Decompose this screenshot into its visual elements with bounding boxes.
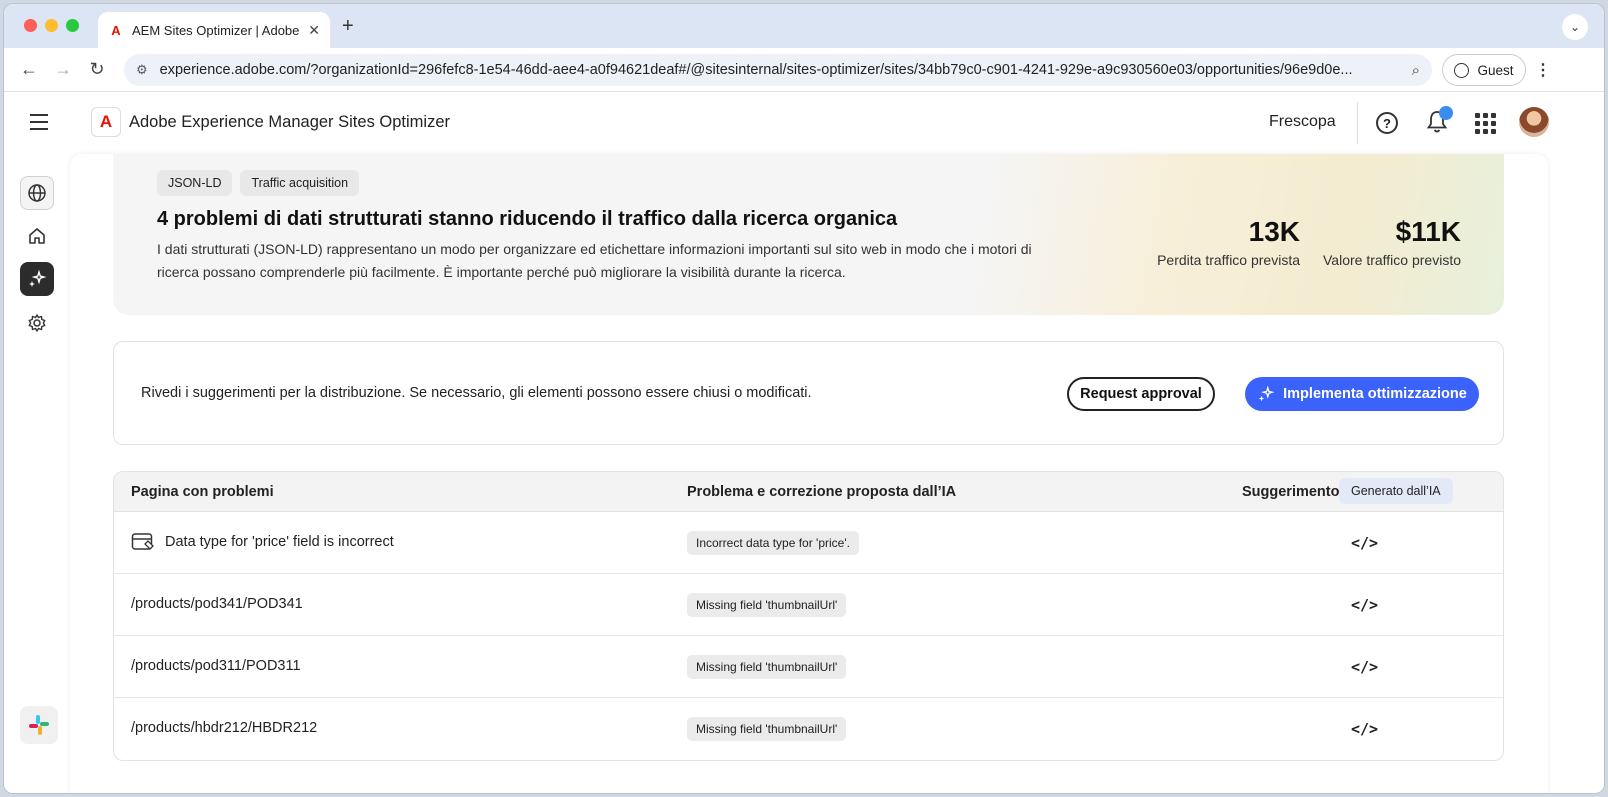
tab-title: AEM Sites Optimizer | Adobe [132,22,300,38]
home-icon[interactable] [20,219,54,253]
address-bar: ← → ↻ ⚙ experience.adobe.com/?organizati… [4,48,1604,92]
zoom-magnifier-icon[interactable]: ⌕ [1412,62,1420,79]
code-icon[interactable]: </> [1351,658,1378,676]
issue-tag: Missing field 'thumbnailUrl' [687,593,847,617]
tab-bar: A AEM Sites Optimizer | Adobe ✕ + ⌄ [4,4,1604,48]
page-cell: Data type for 'price' field is incorrect [131,532,394,552]
opportunity-description: I dati strutturati (JSON-LD) rappresenta… [157,241,1032,280]
adobe-logo[interactable]: A [91,107,121,137]
issue-tag: Incorrect data type for 'price'. [687,531,859,555]
sparkle-icon [1258,385,1275,402]
browser-menu-icon[interactable]: ⋮ [1535,60,1551,80]
url-field[interactable]: ⚙ experience.adobe.com/?organizationId=2… [124,54,1432,86]
code-icon[interactable]: </> [1351,534,1378,552]
tag-json-ld: JSON-LD [157,170,233,196]
user-avatar[interactable] [1519,107,1549,137]
implement-optimization-button[interactable]: Implementa ottimizzazione [1245,377,1479,411]
metric-label: Valore traffico previsto [1323,252,1461,268]
metric-value: $11K [1395,216,1461,247]
table-row[interactable]: /products/pod311/POD311 Missing field 't… [114,636,1503,698]
metric-value: 13K [1248,216,1300,247]
metric-traffic-value: $11K Valore traffico previsto [1323,216,1461,268]
settings-gear-icon[interactable] [20,306,54,340]
hamburger-menu-icon[interactable] [30,114,48,135]
tab-search-chevron-icon[interactable]: ⌄ [1562,14,1588,40]
left-rail [4,154,70,793]
close-window-button[interactable] [24,19,37,32]
profile-label: Guest [1477,62,1514,78]
help-icon[interactable]: ? [1376,112,1398,134]
close-tab-icon[interactable]: ✕ [308,22,320,39]
page-path: /products/pod311/POD311 [131,658,301,674]
profile-icon [1454,62,1470,78]
column-header-suggestion: Suggerimento [1242,484,1340,500]
tag-list: JSON-LD Traffic acquisition [157,170,360,196]
site-settings-icon[interactable]: ⚙ [136,62,148,78]
ai-generated-badge: Generato dall’IA [1339,478,1453,504]
page-path: /products/pod341/POD341 [131,596,303,612]
new-tab-icon[interactable]: + [342,15,354,38]
table-row[interactable]: /products/pod341/POD341 Missing field 't… [114,574,1503,636]
page-path: Data type for 'price' field is incorrect [165,534,394,550]
globe-icon[interactable] [20,176,54,210]
minimize-window-button[interactable] [45,19,58,32]
window-controls [24,19,79,32]
action-bar: Rivedi i suggerimenti per la distribuzio… [113,341,1504,445]
column-header-page: Pagina con problemi [131,484,274,500]
table-header: Pagina con problemi Problema e correzion… [114,472,1503,512]
opportunities-sparkle-icon[interactable] [20,262,54,296]
column-header-issue: Problema e correzione proposta dall’IA [687,484,957,500]
metric-label: Perdita traffico prevista [1157,252,1300,268]
issue-tag: Missing field 'thumbnailUrl' [687,717,847,741]
url-text: experience.adobe.com/?organizationId=296… [159,62,1353,78]
slack-icon[interactable] [20,706,58,744]
code-icon[interactable]: </> [1351,596,1378,614]
metric-traffic-loss: 13K Perdita traffico prevista [1157,216,1300,268]
forward-arrow-icon[interactable]: → [46,59,80,80]
app-header: A Adobe Experience Manager Sites Optimiz… [4,92,1604,154]
notification-badge [1439,106,1453,120]
reload-icon[interactable]: ↻ [80,59,114,80]
tag-traffic-acquisition: Traffic acquisition [240,170,360,196]
browser-window: A AEM Sites Optimizer | Adobe ✕ + ⌄ ← → … [3,3,1605,794]
issue-tag: Missing field 'thumbnailUrl' [687,655,847,679]
org-switcher[interactable]: Frescopa [1269,113,1336,131]
profile-button[interactable]: Guest [1442,54,1526,86]
review-message: Rivedi i suggerimenti per la distribuzio… [141,385,812,401]
opportunity-summary: JSON-LD Traffic acquisition 4 problemi d… [113,154,1504,315]
header-divider [1357,102,1358,144]
back-arrow-icon[interactable]: ← [12,59,46,80]
issues-table: Pagina con problemi Problema e correzion… [113,471,1504,761]
page-path: /products/hbdr212/HBDR212 [131,720,318,736]
app-title: Adobe Experience Manager Sites Optimizer [129,113,450,131]
adobe-favicon-icon: A [111,22,121,38]
browser-tab[interactable]: A AEM Sites Optimizer | Adobe ✕ [98,12,330,48]
implement-optimization-label: Implementa ottimizzazione [1283,386,1467,402]
opportunity-title: 4 problemi di dati strutturati stanno ri… [157,208,898,230]
table-row[interactable]: /products/hbdr212/HBDR212 Missing field … [114,698,1503,760]
main-content: JSON-LD Traffic acquisition 4 problemi d… [70,154,1548,793]
app-switcher-icon[interactable] [1475,113,1496,134]
maximize-window-button[interactable] [66,19,79,32]
table-row[interactable]: Data type for 'price' field is incorrect… [114,512,1503,574]
structured-data-card-icon [131,533,154,550]
code-icon[interactable]: </> [1351,720,1378,738]
request-approval-button[interactable]: Request approval [1067,377,1215,411]
